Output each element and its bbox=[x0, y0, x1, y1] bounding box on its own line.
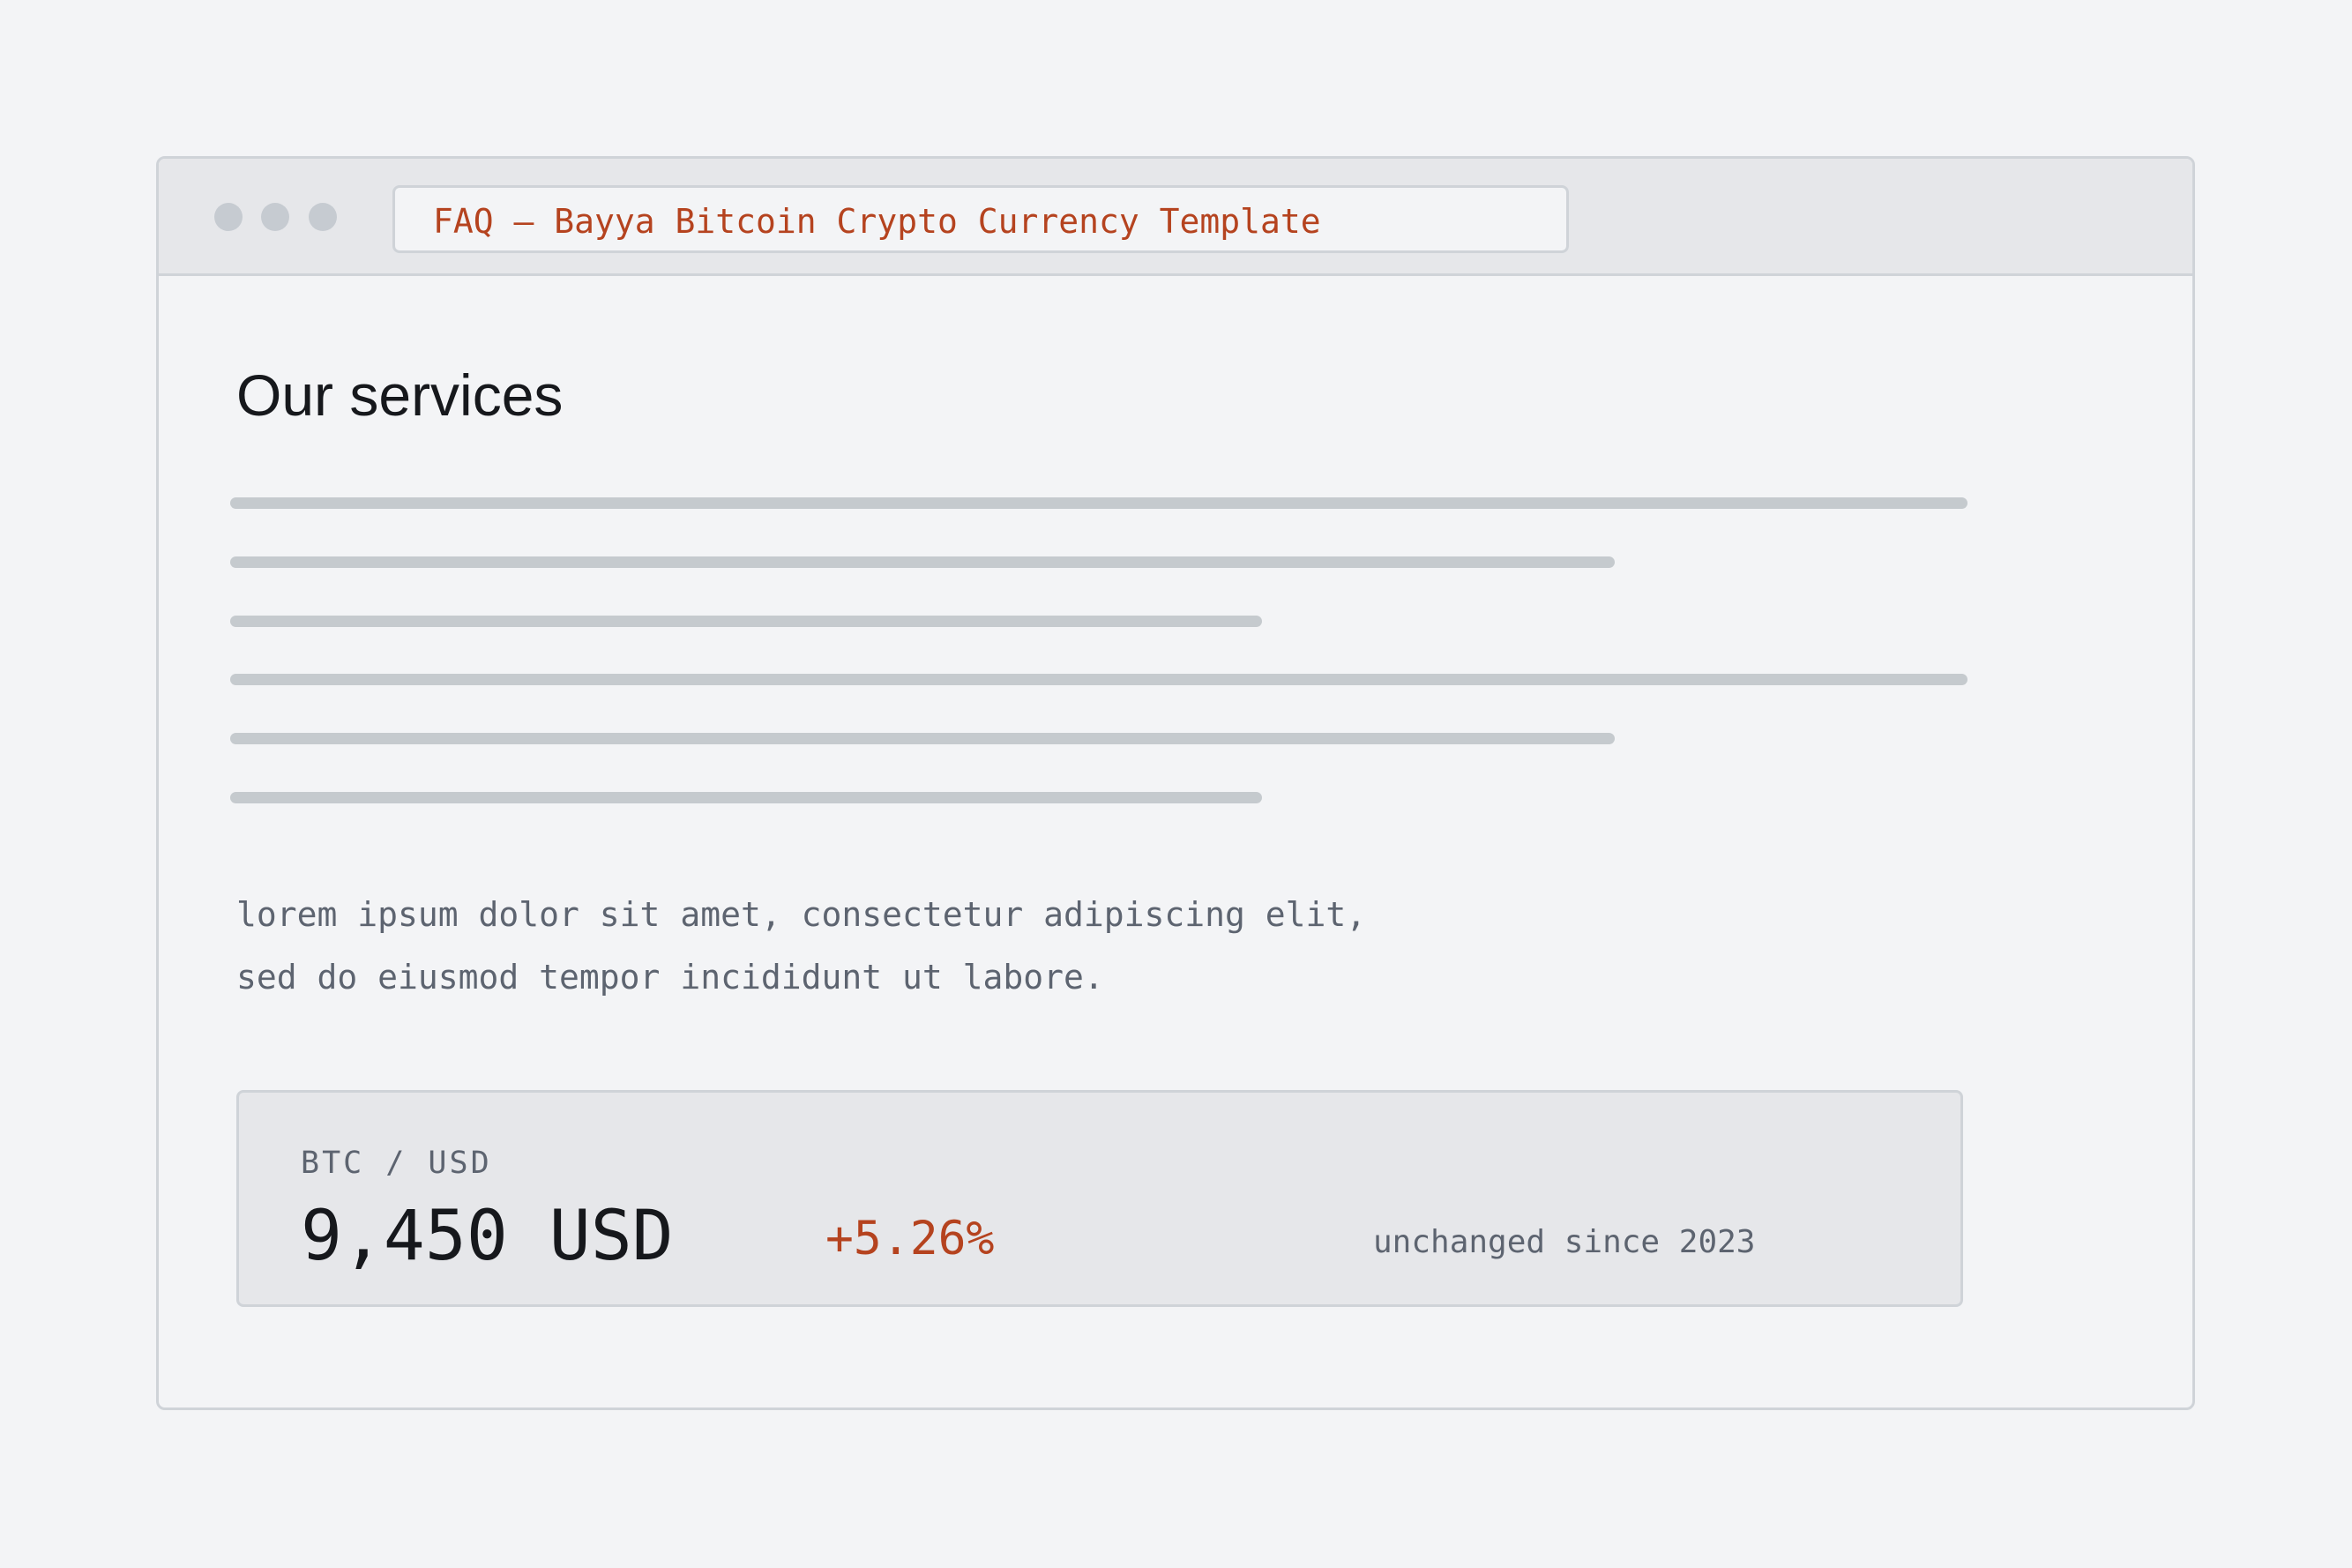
price-status-note: unchanged since 2023 bbox=[1373, 1224, 1756, 1260]
text-placeholder-line bbox=[230, 733, 1615, 744]
price-ticker-card: BTC / USD 9,450 USD +5.26% unchanged sin… bbox=[236, 1090, 1963, 1307]
price-change-percent: +5.26% bbox=[825, 1212, 995, 1266]
browser-window: FAQ — Bayya Bitcoin Crypto Currency Temp… bbox=[156, 156, 2195, 1410]
price-value: 9,450 USD bbox=[301, 1197, 674, 1276]
page-title: Our services bbox=[236, 362, 564, 428]
body-paragraph: lorem ipsum dolor sit amet, consectetur … bbox=[236, 884, 1366, 1009]
text-placeholder-line bbox=[230, 616, 1262, 627]
address-bar-text: FAQ — Bayya Bitcoin Crypto Currency Temp… bbox=[433, 202, 1321, 241]
text-placeholder-line bbox=[230, 674, 1967, 685]
window-dot-icon[interactable] bbox=[261, 203, 289, 231]
currency-pair-label: BTC / USD bbox=[301, 1146, 492, 1181]
body-line: lorem ipsum dolor sit amet, consectetur … bbox=[236, 895, 1367, 934]
text-placeholder-line bbox=[230, 792, 1262, 803]
window-dot-icon[interactable] bbox=[309, 203, 337, 231]
text-placeholder-line bbox=[230, 497, 1967, 509]
window-dot-icon[interactable] bbox=[214, 203, 243, 231]
text-placeholder-line bbox=[230, 556, 1615, 568]
browser-titlebar: FAQ — Bayya Bitcoin Crypto Currency Temp… bbox=[159, 159, 2192, 276]
body-line: sed do eiusmod tempor incididunt ut labo… bbox=[236, 958, 1104, 997]
address-bar[interactable]: FAQ — Bayya Bitcoin Crypto Currency Temp… bbox=[392, 185, 1569, 253]
